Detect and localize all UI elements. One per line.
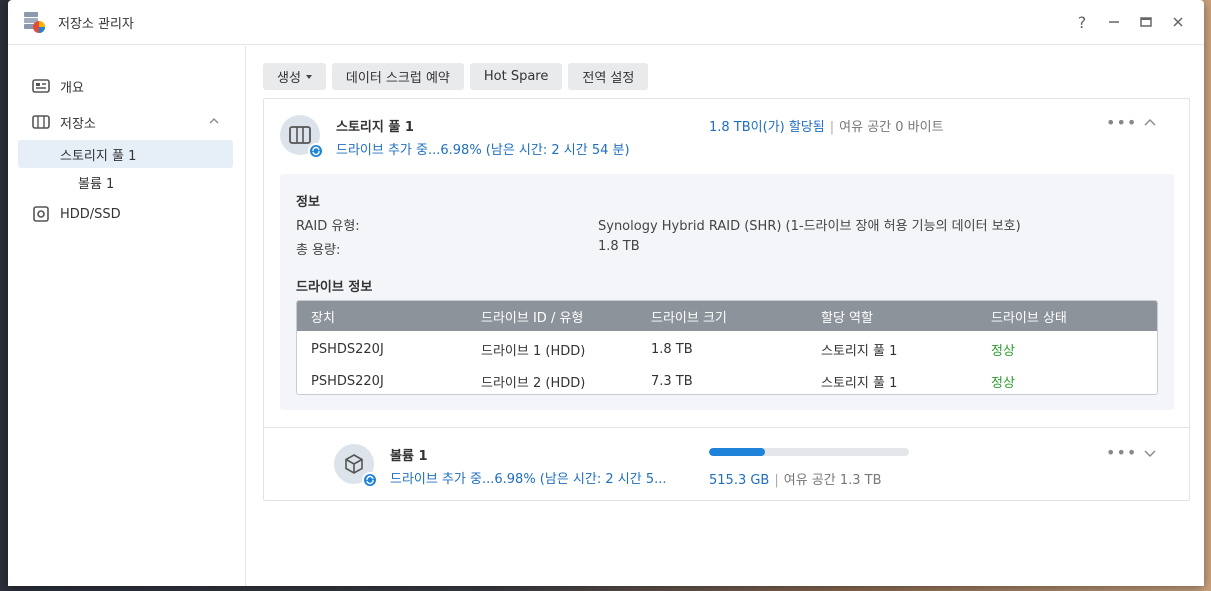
volume-usage-bar bbox=[709, 448, 909, 456]
sidebar-item-storage[interactable]: 저장소 bbox=[8, 104, 245, 140]
column-header: 장치 bbox=[311, 310, 335, 326]
chevron-up-icon[interactable] bbox=[209, 116, 219, 126]
create-button[interactable]: 생성 bbox=[263, 63, 326, 90]
table-row[interactable]: PSHDS220J 드라이브 1 (HDD) 1.8 TB 스토리지 풀 1 정… bbox=[297, 333, 1157, 365]
help-button[interactable]: ? bbox=[1066, 0, 1098, 45]
caret-down-icon bbox=[305, 74, 312, 79]
drive-status: 정상 bbox=[991, 343, 1015, 359]
close-icon bbox=[1173, 17, 1183, 27]
hdd-icon bbox=[32, 205, 50, 223]
window-controls: ? bbox=[1066, 0, 1204, 45]
storage-pool-allocation: 1.8 TB이(가) 할당됨 | 여유 공간 0 바이트 bbox=[709, 116, 944, 135]
table-cell: 1.8 TB bbox=[651, 341, 693, 357]
sidebar-item-volume[interactable]: 볼륨 1 bbox=[8, 168, 245, 196]
sidebar-item-label: 스토리지 풀 1 bbox=[60, 148, 137, 164]
sync-icon bbox=[362, 472, 378, 488]
chevron-down-icon[interactable] bbox=[1144, 447, 1156, 459]
divider bbox=[264, 427, 1189, 428]
sidebar-item-label: 볼륨 1 bbox=[78, 176, 115, 192]
raid-type-label: RAID 유형: bbox=[296, 219, 360, 234]
storage-pool-icon bbox=[280, 115, 324, 159]
sidebar-item-hdd-ssd[interactable]: HDD/SSD bbox=[8, 196, 245, 232]
volume-name[interactable]: 볼륨 1 bbox=[390, 445, 428, 464]
title-bar: 저장소 관리자 ? bbox=[8, 0, 1204, 45]
minimize-icon bbox=[1109, 21, 1119, 23]
maximize-icon bbox=[1140, 17, 1152, 27]
more-options-icon[interactable]: ••• bbox=[1106, 443, 1137, 462]
total-capacity-value: 1.8 TB bbox=[598, 239, 640, 254]
storage-icon bbox=[32, 113, 50, 131]
table-cell: PSHDS220J bbox=[311, 373, 384, 389]
separator: | bbox=[774, 473, 779, 488]
toolbar: 생성 데이터 스크럽 예약 Hot Spare 전역 설정 bbox=[263, 63, 649, 90]
sidebar-item-overview[interactable]: 개요 bbox=[8, 68, 245, 104]
table-cell: PSHDS220J bbox=[311, 341, 384, 357]
column-header: 드라이브 ID / 유형 bbox=[481, 310, 584, 326]
column-header: 드라이브 상태 bbox=[991, 310, 1067, 326]
sidebar: 개요 저장소 스토리지 풀 1 볼륨 1 HDD/SSD bbox=[8, 46, 246, 586]
sidebar-item-storage-pool[interactable]: 스토리지 풀 1 bbox=[18, 140, 233, 168]
info-section-title: 정보 bbox=[296, 195, 320, 210]
total-capacity-label: 총 용량: bbox=[296, 243, 341, 258]
table-cell: 드라이브 1 (HDD) bbox=[481, 343, 586, 359]
separator: | bbox=[829, 120, 835, 135]
table-header: 장치 드라이브 ID / 유형 드라이브 크기 할당 역할 드라이브 상태 bbox=[297, 301, 1157, 331]
sync-icon bbox=[308, 143, 324, 159]
create-label: 생성 bbox=[277, 71, 301, 86]
free-space-text: 여유 공간 1.3 TB bbox=[783, 473, 882, 488]
overview-icon bbox=[32, 77, 50, 95]
sidebar-item-label: 저장소 bbox=[60, 116, 96, 132]
storage-pool-info: 정보 RAID 유형: Synology Hybrid RAID (SHR) (… bbox=[280, 174, 1174, 410]
main-content: 생성 데이터 스크럽 예약 Hot Spare 전역 설정 스토리지 풀 1 드… bbox=[247, 46, 1204, 586]
drive-info-title: 드라이브 정보 bbox=[296, 280, 373, 295]
chevron-up-icon[interactable] bbox=[1144, 117, 1156, 129]
maximize-button[interactable] bbox=[1130, 0, 1162, 45]
drive-table: 장치 드라이브 ID / 유형 드라이브 크기 할당 역할 드라이브 상태 PS… bbox=[296, 300, 1158, 395]
minimize-button[interactable] bbox=[1098, 0, 1130, 45]
storage-manager-app-icon bbox=[22, 10, 46, 34]
volume-usage-fill bbox=[709, 448, 765, 456]
volume-usage: 515.3 GB | 여유 공간 1.3 TB bbox=[709, 469, 882, 488]
table-cell: 드라이브 2 (HDD) bbox=[481, 375, 586, 391]
table-row[interactable]: PSHDS220J 드라이브 2 (HDD) 7.3 TB 스토리지 풀 1 정… bbox=[297, 365, 1157, 394]
hot-spare-button[interactable]: Hot Spare bbox=[469, 63, 563, 90]
storage-pool-header[interactable]: 스토리지 풀 1 드라이브 추가 중...6.98% (남은 시간: 2 시간 … bbox=[264, 99, 1189, 174]
volume-icon bbox=[334, 444, 378, 488]
table-cell: 스토리지 풀 1 bbox=[821, 343, 898, 359]
used-space-text: 515.3 GB bbox=[709, 473, 770, 488]
data-scrub-schedule-button[interactable]: 데이터 스크럽 예약 bbox=[331, 63, 464, 90]
raid-type-value: Synology Hybrid RAID (SHR) (1-드라이브 장애 허용… bbox=[598, 219, 1021, 234]
sidebar-item-label: 개요 bbox=[60, 80, 84, 96]
table-cell: 스토리지 풀 1 bbox=[821, 375, 898, 391]
volume-status: 드라이브 추가 중...6.98% (남은 시간: 2 시간 5... bbox=[390, 472, 667, 487]
storage-pool-name: 스토리지 풀 1 bbox=[336, 120, 414, 135]
table-cell: 7.3 TB bbox=[651, 373, 693, 389]
column-header: 드라이브 크기 bbox=[651, 310, 727, 326]
allocated-text: 1.8 TB이(가) 할당됨 bbox=[709, 120, 825, 135]
more-options-icon[interactable]: ••• bbox=[1106, 113, 1137, 132]
storage-pool-status: 드라이브 추가 중...6.98% (남은 시간: 2 시간 54 분) bbox=[336, 143, 630, 158]
global-settings-button[interactable]: 전역 설정 bbox=[568, 63, 649, 90]
storage-pool-panel: 스토리지 풀 1 드라이브 추가 중...6.98% (남은 시간: 2 시간 … bbox=[263, 98, 1190, 501]
sidebar-item-label: HDD/SSD bbox=[60, 206, 121, 222]
free-space-text: 여유 공간 0 바이트 bbox=[839, 120, 944, 135]
window-title: 저장소 관리자 bbox=[58, 16, 134, 32]
close-button[interactable] bbox=[1162, 0, 1194, 45]
drive-status: 정상 bbox=[991, 375, 1015, 391]
column-header: 할당 역할 bbox=[821, 310, 873, 326]
storage-manager-window: 저장소 관리자 ? 개요 저장소 스토리지 풀 1 볼륨 1 HDD/SSD 생… bbox=[8, 0, 1204, 586]
